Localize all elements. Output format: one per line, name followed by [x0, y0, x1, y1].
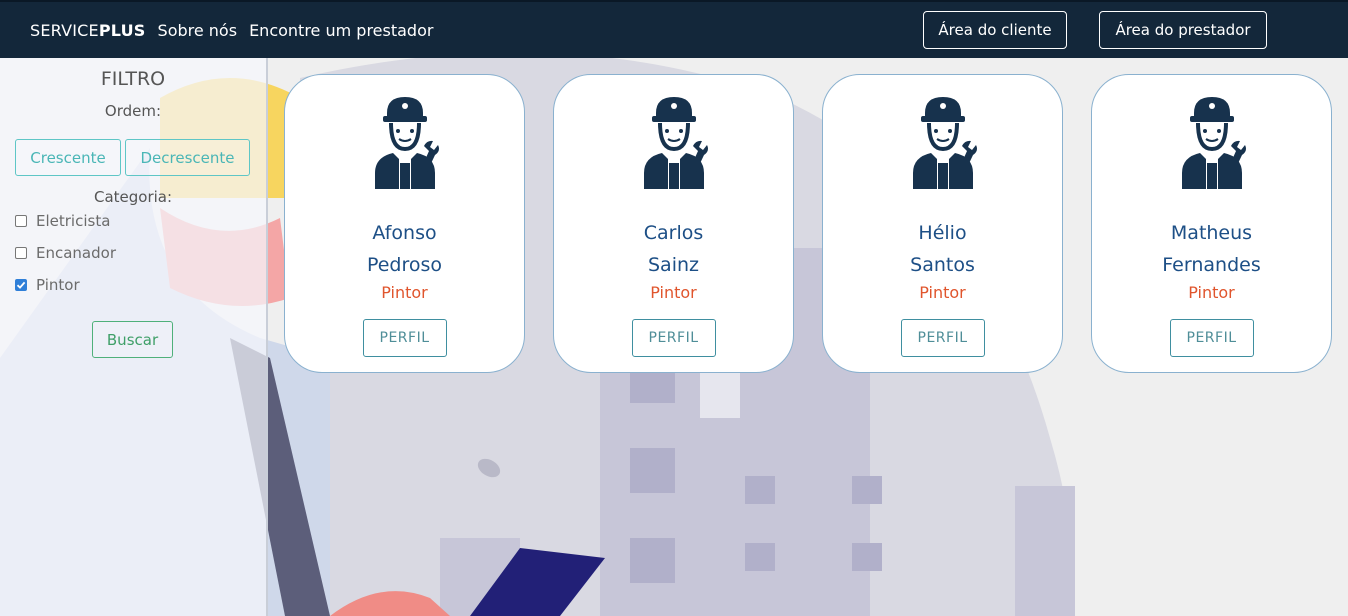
- sort-ascending-button[interactable]: Crescente: [15, 139, 121, 176]
- provider-card: Afonso Pedroso Pintor PERFIL: [284, 74, 525, 373]
- provider-name: Afonso Pedroso: [366, 222, 443, 276]
- checkbox-checked-icon[interactable]: [15, 279, 27, 291]
- checkbox-icon[interactable]: [15, 247, 27, 259]
- sort-descending-button[interactable]: Decrescente: [125, 139, 250, 176]
- category-option-pintor[interactable]: Pintor: [15, 276, 80, 294]
- order-label: Ordem:: [104, 102, 162, 120]
- provider-name: Matheus Fernandes: [1162, 222, 1261, 276]
- checkbox-icon[interactable]: [15, 215, 27, 227]
- provider-category: Pintor: [919, 283, 966, 302]
- brand-logo[interactable]: SERVICEPLUS: [30, 21, 146, 40]
- profile-button[interactable]: PERFIL: [900, 319, 985, 357]
- provider-name: Hélio Santos: [910, 222, 975, 276]
- category-option-eletricista[interactable]: Eletricista: [15, 212, 110, 230]
- profile-button[interactable]: PERFIL: [362, 319, 447, 357]
- filter-sidebar: FILTRO Ordem: Crescente Decrescente Cate…: [0, 58, 268, 616]
- provider-category: Pintor: [1188, 283, 1235, 302]
- provider-category: Pintor: [381, 283, 428, 302]
- worker-with-wrench-icon: [644, 97, 708, 189]
- worker-with-wrench-icon: [375, 97, 439, 189]
- category-option-label: Pintor: [36, 276, 80, 294]
- provider-name: Carlos Sainz: [643, 222, 704, 276]
- provider-card: Matheus Fernandes Pintor PERFIL: [1091, 74, 1332, 373]
- profile-button[interactable]: PERFIL: [1169, 319, 1254, 357]
- category-option-label: Encanador: [36, 244, 116, 262]
- worker-with-wrench-icon: [1182, 97, 1246, 189]
- provider-category: Pintor: [650, 283, 697, 302]
- category-option-encanador[interactable]: Encanador: [15, 244, 116, 262]
- provider-card: Carlos Sainz Pintor PERFIL: [553, 74, 794, 373]
- category-label: Categoria:: [93, 188, 173, 206]
- nav-link-about[interactable]: Sobre nós: [158, 21, 238, 40]
- profile-button[interactable]: PERFIL: [631, 319, 716, 357]
- client-area-button[interactable]: Área do cliente: [923, 11, 1067, 49]
- top-navbar: SERVICEPLUS Sobre nós Encontre um presta…: [0, 0, 1348, 58]
- nav-link-find-provider[interactable]: Encontre um prestador: [249, 21, 433, 40]
- worker-with-wrench-icon: [913, 97, 977, 189]
- provider-card: Hélio Santos Pintor PERFIL: [822, 74, 1063, 373]
- filter-title: FILTRO: [100, 68, 166, 90]
- search-button[interactable]: Buscar: [92, 321, 173, 358]
- provider-area-button[interactable]: Área do prestador: [1099, 11, 1267, 49]
- category-option-label: Eletricista: [36, 212, 111, 230]
